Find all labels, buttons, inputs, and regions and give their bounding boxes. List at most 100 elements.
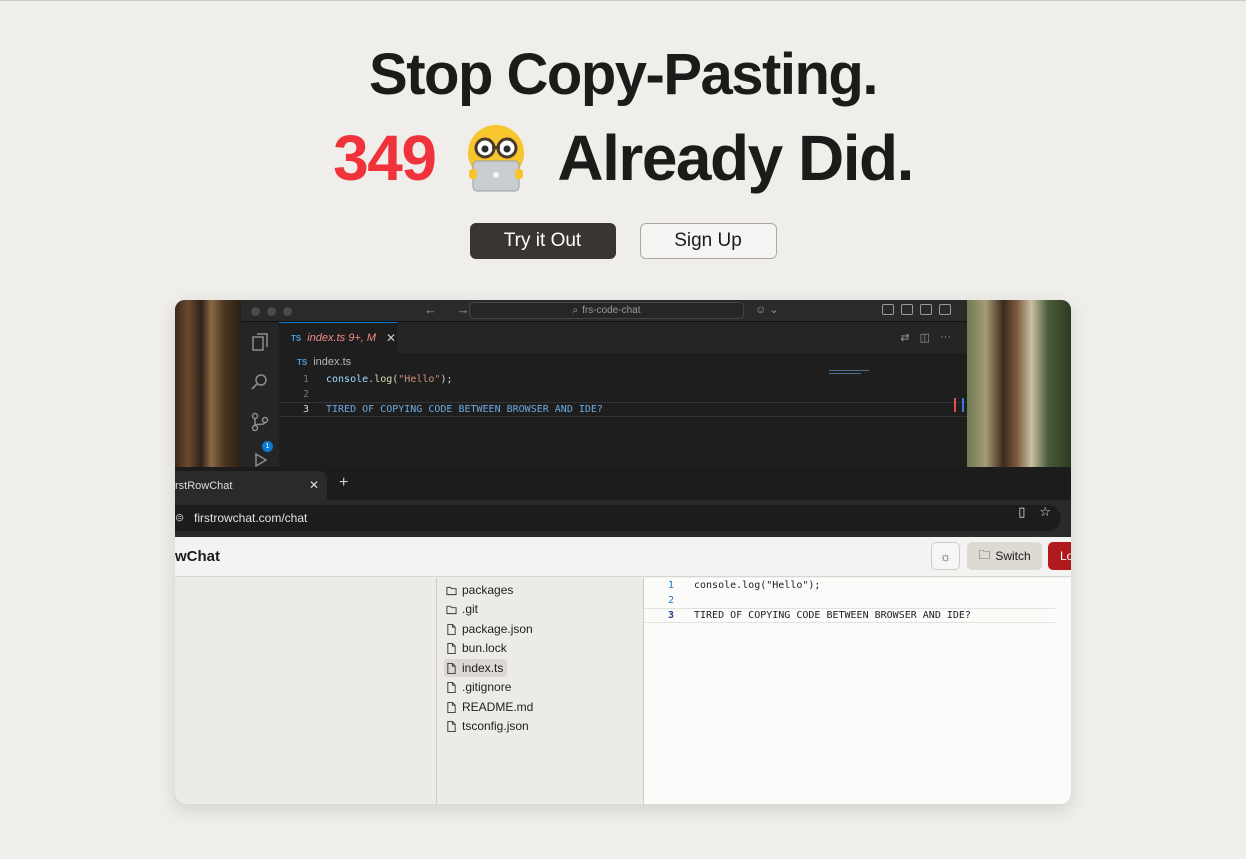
chat-pane — [175, 578, 437, 804]
editor-tabbar: TS index.ts 9+, M ✕ ⇄ ◫ ··· — [279, 322, 967, 353]
folder-icon — [446, 605, 457, 614]
browser-tabstrip: rstRowChat ✕ + — [175, 467, 1071, 500]
new-tab-icon[interactable]: + — [339, 474, 348, 492]
address-bar[interactable]: ⊜ firstrowchat.com/chat — [175, 505, 1061, 531]
bookmark-star-icon[interactable]: ☆ — [1039, 504, 1051, 520]
breadcrumb-file[interactable]: index.ts — [313, 356, 351, 368]
close-icon[interactable]: ✕ — [386, 331, 396, 345]
site-settings-icon[interactable]: ⊜ — [175, 511, 184, 524]
wallpaper-left — [175, 300, 241, 467]
web-code-editor[interactable]: 1 console.log("Hello"); 2 3 TIRED OF COP… — [644, 578, 1071, 804]
wallpaper-right — [967, 300, 1071, 467]
line-number: 3 — [302, 404, 309, 415]
typescript-icon: TS — [291, 333, 302, 343]
file-name: README.md — [462, 700, 534, 714]
nerd-face-laptop-icon — [461, 123, 531, 193]
editor-content: 1 console.log("Hello"); 2 3 TIRED OF COP… — [644, 578, 1071, 623]
file-icon — [447, 662, 456, 674]
copilot-icon[interactable]: ☺ ⌄ — [755, 303, 779, 316]
command-center[interactable]: ⌕ frs-code-chat — [469, 302, 744, 319]
file-tree-item[interactable]: package.json — [444, 620, 537, 638]
hero-tagline: Already Did. — [557, 122, 914, 194]
close-icon[interactable]: ✕ — [309, 478, 319, 492]
file-name: index.ts — [462, 661, 504, 675]
file-name: tsconfig.json — [462, 719, 529, 733]
switch-button[interactable]: 🗀 Switch — [967, 542, 1042, 570]
app-header: wChat ☼ 🗀 Switch Lo — [175, 537, 1071, 577]
file-tree-item[interactable]: .git — [444, 600, 482, 618]
line-number: 1 — [667, 580, 674, 591]
file-name: package.json — [462, 622, 533, 636]
file-tree-item[interactable]: README.md — [444, 698, 537, 716]
file-tree-item[interactable]: .gitignore — [444, 678, 515, 696]
browser-toolbar: ⊜ firstrowchat.com/chat ▯ ☆ — [175, 500, 1071, 537]
address-tools: ▯ ☆ — [1018, 504, 1051, 520]
code-text: console.log("Hello"); — [326, 374, 453, 385]
try-it-out-button[interactable]: Try it Out — [469, 223, 616, 259]
address-url: firstrowchat.com/chat — [194, 511, 308, 525]
activity-bar: 1 — [241, 322, 279, 468]
explorer-icon[interactable] — [250, 332, 270, 352]
layout-controls — [882, 304, 951, 315]
minimize-window-icon[interactable] — [267, 307, 276, 316]
command-center-label: frs-code-chat — [582, 305, 641, 316]
browser-tab[interactable]: rstRowChat ✕ — [175, 471, 327, 500]
code-line-current: 3 TIRED OF COPYING CODE BETWEEN BROWSER … — [279, 402, 967, 417]
folder-icon — [446, 586, 457, 595]
breadcrumb: TS index.ts — [297, 356, 351, 368]
file-name: .gitignore — [462, 680, 512, 694]
window-controls — [251, 307, 292, 316]
tab-label: index.ts 9+, M — [307, 332, 377, 344]
theme-toggle-button[interactable]: ☼ — [931, 542, 960, 570]
vscode-titlebar: ← → ⌕ frs-code-chat ☺ ⌄ — [241, 300, 967, 322]
line-number: 1 — [302, 374, 309, 385]
file-tree-item[interactable]: tsconfig.json — [444, 717, 533, 735]
browser-tab-title: rstRowChat — [175, 479, 233, 492]
logout-button[interactable]: Lo — [1048, 542, 1071, 570]
file-name: packages — [462, 583, 514, 597]
folder-icon: 🗀 — [978, 547, 991, 562]
page-icon[interactable]: ▯ — [1018, 504, 1025, 520]
code-editor[interactable]: 1 console.log("Hello"); 2 3 TIRED OF COP… — [279, 372, 967, 417]
browser-window: rstRowChat ✕ + ⊜ firstrowchat.com/chat ▯… — [175, 467, 1071, 804]
sun-icon: ☼ — [939, 548, 952, 564]
typescript-icon: TS — [297, 357, 308, 367]
file-name: .git — [462, 602, 479, 616]
file-icon — [447, 681, 456, 693]
sign-up-button[interactable]: Sign Up — [639, 223, 777, 259]
code-text: TIRED OF COPYING CODE BETWEEN BROWSER AN… — [694, 610, 971, 621]
file-tree-item-selected[interactable]: index.ts — [444, 659, 508, 677]
user-count: 349 — [333, 122, 437, 194]
close-window-icon[interactable] — [251, 307, 260, 316]
code-text: console.log("Hello"); — [694, 580, 821, 591]
toggle-sidebar-icon[interactable] — [901, 304, 913, 315]
chat-app: wChat ☼ 🗀 Switch Lo packages .git packag… — [175, 537, 1071, 804]
file-icon — [447, 623, 456, 635]
code-text: TIRED OF COPYING CODE BETWEEN BROWSER AN… — [326, 404, 603, 415]
source-control-icon[interactable] — [250, 412, 270, 432]
search-view-icon[interactable] — [250, 372, 270, 392]
code-line: 2 — [644, 593, 1071, 608]
toggle-secondary-sidebar-icon[interactable] — [939, 304, 951, 315]
compare-changes-icon[interactable]: ⇄ — [900, 331, 909, 344]
file-tree-item[interactable]: bun.lock — [444, 639, 511, 657]
file-icon — [447, 701, 456, 713]
line-number: 2 — [667, 595, 674, 606]
vscode-window: ← → ⌕ frs-code-chat ☺ ⌄ 1 TS index.ts 9+… — [241, 300, 967, 468]
app-title: wChat — [175, 548, 220, 565]
split-editor-icon[interactable]: ◫ — [920, 331, 930, 344]
code-line-current: 3 TIRED OF COPYING CODE BETWEEN BROWSER … — [644, 608, 1055, 623]
file-tree-item[interactable]: packages — [444, 581, 517, 599]
code-line: 1 console.log("Hello"); — [644, 578, 1071, 593]
hero-actions: Try it Out Sign Up — [0, 223, 1246, 259]
minimap[interactable] — [829, 370, 869, 376]
tab-index-ts[interactable]: TS index.ts 9+, M ✕ — [279, 322, 397, 353]
code-line: 2 — [279, 387, 967, 402]
line-number: 3 — [667, 610, 674, 621]
editor-actions: ⇄ ◫ ··· — [900, 331, 951, 344]
maximize-window-icon[interactable] — [283, 307, 292, 316]
switch-label: Switch — [995, 549, 1031, 563]
toggle-panel-icon[interactable] — [920, 304, 932, 315]
customize-layout-icon[interactable] — [882, 304, 894, 315]
more-actions-icon[interactable]: ··· — [940, 331, 951, 344]
